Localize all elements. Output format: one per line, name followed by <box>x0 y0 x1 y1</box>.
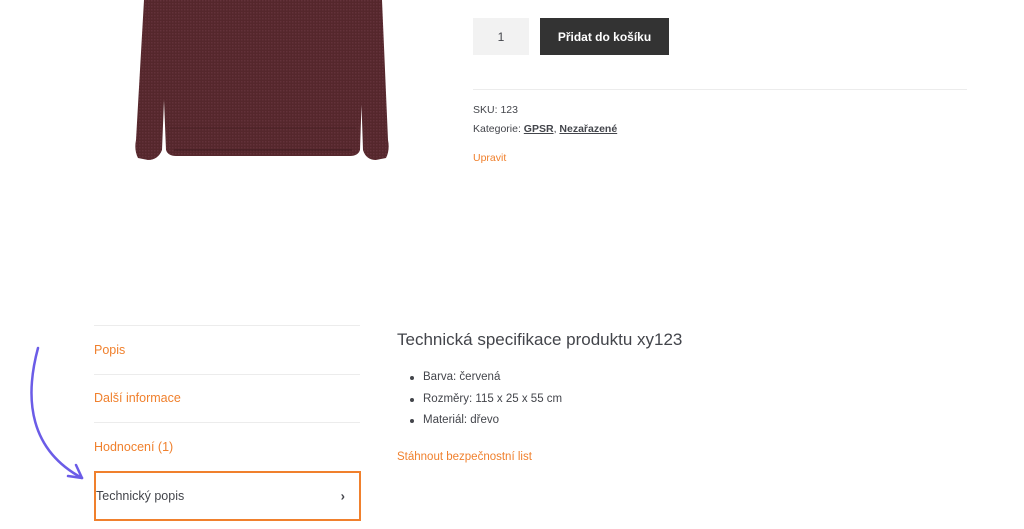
tab-label: Další informace <box>94 391 181 406</box>
chevron-right-icon: › <box>340 488 345 503</box>
tab-dalsi-informace[interactable]: Další informace <box>94 373 360 423</box>
tab-popis[interactable]: Popis <box>94 325 360 374</box>
tab-hodnoceni[interactable]: Hodnocení (1) <box>94 422 360 471</box>
list-item: Barva: červená <box>410 367 977 389</box>
product-image <box>135 0 389 160</box>
category-link-nezarazene[interactable]: Nezařazené <box>559 123 617 135</box>
category-separator: , <box>553 123 557 135</box>
tab-label: Technický popis <box>96 488 185 503</box>
download-safety-sheet-link[interactable]: Stáhnout bezpečnostní list <box>397 451 532 463</box>
product-categories: Kategorie: GPSR, Nezařazené <box>473 123 617 135</box>
sku-value: 123 <box>500 104 518 116</box>
annotation-arrow-icon <box>30 346 84 480</box>
tab-panel: Technická specifikace produktu xy123 Bar… <box>397 330 977 432</box>
add-to-cart-button[interactable]: Přidat do košíku <box>540 18 669 55</box>
product-tabs: Popis Další informace Hodnocení (1) Tech… <box>94 325 361 521</box>
divider <box>473 89 967 90</box>
tab-technicky-popis[interactable]: Technický popis › <box>94 470 361 521</box>
list-item: Materiál: dřevo <box>410 410 977 432</box>
product-sku: SKU: 123 <box>473 104 518 116</box>
tab-label: Hodnocení (1) <box>94 439 174 454</box>
category-label: Kategorie: <box>473 123 521 135</box>
sku-label: SKU: <box>473 104 498 116</box>
category-link-gpsr[interactable]: GPSR <box>524 123 554 135</box>
panel-title: Technická specifikace produktu xy123 <box>397 330 683 349</box>
edit-link[interactable]: Upravit <box>473 152 506 164</box>
spec-list: Barva: červená Rozměry: 115 x 25 x 55 cm… <box>397 367 977 432</box>
list-item: Rozměry: 115 x 25 x 55 cm <box>410 389 977 411</box>
quantity-input[interactable] <box>473 18 529 55</box>
